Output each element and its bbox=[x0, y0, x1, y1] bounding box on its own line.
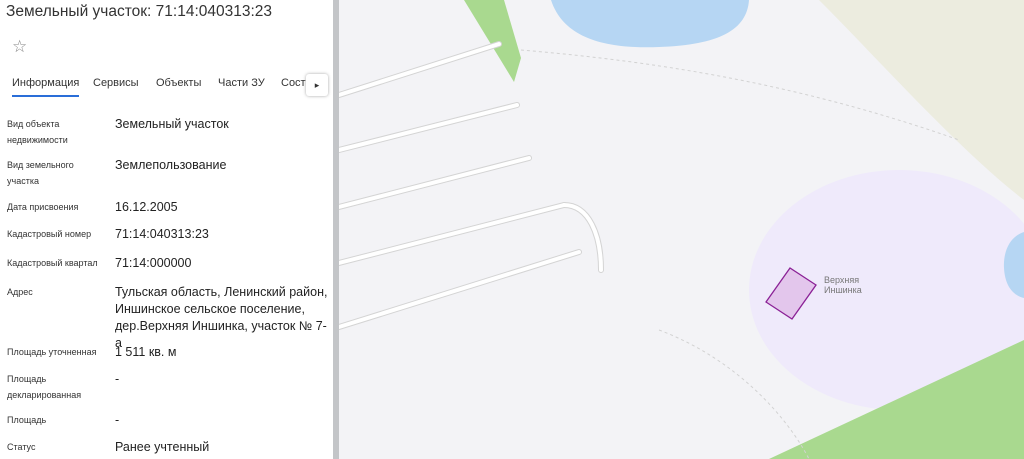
star-outline-icon[interactable]: ☆ bbox=[12, 37, 27, 57]
field-value: Земельный участок bbox=[115, 117, 229, 131]
field-label: Площадь уточненная bbox=[7, 347, 97, 357]
place-label-line: Верхняя bbox=[824, 275, 860, 285]
field-label: Адрес bbox=[7, 287, 33, 297]
field-value: Ранее учтенный bbox=[115, 440, 210, 454]
water-body bbox=[551, 0, 749, 48]
info-panel: Земельный участок: 71:14:040313:23 ☆ Инф… bbox=[0, 0, 333, 459]
field-value: Тульская область, Ленинский район, Иншин… bbox=[115, 285, 328, 350]
place-label: Верхняя Иншинка bbox=[824, 275, 862, 295]
page-title: Земельный участок: 71:14:040313:23 bbox=[6, 3, 273, 20]
field-label: Площадь bbox=[7, 415, 47, 425]
land-area bbox=[819, 0, 1024, 200]
field-value: - bbox=[115, 372, 120, 386]
field-label: Статус bbox=[7, 442, 36, 452]
green-area bbox=[464, 0, 521, 82]
tab-information[interactable]: Информация bbox=[12, 77, 80, 97]
field-label: Вид земельного участка bbox=[7, 160, 74, 186]
tab-services[interactable]: Сервисы bbox=[93, 77, 139, 89]
tab-objects[interactable]: Объекты bbox=[156, 77, 201, 89]
tab-bar: Информация Сервисы Объекты Части ЗУ Сост… bbox=[0, 74, 333, 98]
field-value: 1 511 кв. м bbox=[115, 345, 177, 359]
field-value: 71:14:040313:23 bbox=[115, 227, 209, 241]
field-value: 16.12.2005 bbox=[115, 200, 178, 214]
place-label-line: Иншинка bbox=[824, 285, 862, 295]
map-view[interactable]: Верхняя Иншинка bbox=[339, 0, 1024, 459]
map-canvas bbox=[339, 0, 1024, 459]
field-label: Кадастровый квартал bbox=[7, 258, 98, 268]
field-label: Дата присвоения bbox=[7, 202, 79, 212]
field-value: 71:14:000000 bbox=[115, 256, 192, 270]
field-label: Площадь декларированная bbox=[7, 374, 82, 400]
roads-fill bbox=[339, 42, 603, 329]
field-label: Кадастровый номер bbox=[7, 229, 92, 239]
tab-parts[interactable]: Части ЗУ bbox=[218, 77, 265, 89]
field-value: Землепользование bbox=[115, 158, 227, 172]
field-label: Вид объекта недвижимости bbox=[7, 119, 68, 145]
field-value: - bbox=[115, 413, 120, 427]
chevron-right-icon[interactable]: ▸ bbox=[306, 74, 328, 96]
